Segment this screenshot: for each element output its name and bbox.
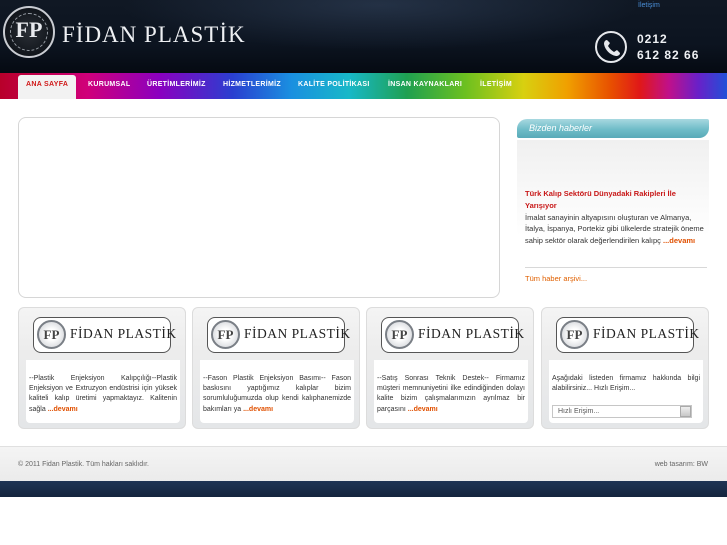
quick-access-select[interactable]: Hızlı Erişim... <box>552 405 692 418</box>
header: FP FİDAN PLASTİK İletişim 0212 612 82 66 <box>0 0 727 73</box>
box-logo: FP FİDAN PLASTİK <box>33 317 176 353</box>
search-arrow-icon[interactable] <box>680 406 691 417</box>
phone-area-code: 0212 <box>637 32 668 46</box>
logo-emblem-glyph: FP <box>15 17 43 42</box>
phone-icon <box>595 31 627 63</box>
footer: © 2011 Fidan Plastik. Tüm hakları saklıd… <box>0 446 727 481</box>
banner-frame <box>18 117 500 298</box>
box-text: --Plastik Enjeksiyon Kalıpçılığı--Plasti… <box>29 375 177 413</box>
box-more-link[interactable]: ...devamı <box>408 406 438 413</box>
box-logo: FP FİDAN PLASTİK <box>207 317 350 353</box>
nav-item-home[interactable]: ANA SAYFA <box>18 75 77 99</box>
box-logo: FP FİDAN PLASTİK <box>556 317 699 353</box>
box-text: --Fason Plastik Enjeksiyon Basımı-- Faso… <box>203 375 351 413</box>
nav-item-corporate[interactable]: KURUMSAL <box>88 81 130 88</box>
news-header: Bizden haberler <box>517 119 709 138</box>
designer-credit-link[interactable]: web tasarım: BW <box>655 461 708 468</box>
service-box-molds: FP FİDAN PLASTİK --Plastik Enjeksiyon Ka… <box>18 307 186 429</box>
logo-emblem-icon: FP <box>211 320 240 349</box>
phone-number: 612 82 66 <box>637 48 700 62</box>
box-logo: FP FİDAN PLASTİK <box>381 317 524 353</box>
logo-emblem-icon: FP <box>37 320 66 349</box>
footer-bar <box>0 481 727 497</box>
main-nav: ANA SAYFA KURUMSAL ÜRETİMLERİMİZ HİZMETL… <box>0 73 727 99</box>
copyright-text: © 2011 Fidan Plastik. Tüm hakları saklıd… <box>18 461 149 468</box>
nav-item-human-resources[interactable]: İNSAN KAYNAKLARI <box>388 81 462 88</box>
service-box-injection: FP FİDAN PLASTİK --Fason Plastik Enjeksi… <box>192 307 360 429</box>
brand-name[interactable]: FİDAN PLASTİK <box>62 22 246 48</box>
box-more-link[interactable]: ...devamı <box>48 406 78 413</box>
nav-item-services[interactable]: HİZMETLERİMİZ <box>223 81 281 88</box>
nav-item-products[interactable]: ÜRETİMLERİMİZ <box>147 81 206 88</box>
box-logo-name: FİDAN PLASTİK <box>70 326 177 341</box>
news-archive-link[interactable]: Tüm haber arşivi... <box>525 274 587 283</box>
news-header-label: Bizden haberler <box>529 123 593 133</box>
divider <box>525 267 707 268</box>
logo-emblem-icon: FP <box>385 320 414 349</box>
news-title[interactable]: Türk Kalıp Sektörü Dünyadaki Rakipleri İ… <box>525 188 701 212</box>
logo-emblem-icon: FP <box>560 320 589 349</box>
nav-item-quality-policy[interactable]: KALİTE POLİTİKASI <box>298 81 370 88</box>
news-more-link[interactable]: ...devamı <box>663 236 695 245</box>
quick-access-box: FP FİDAN PLASTİK Aşağıdaki listeden firm… <box>541 307 709 429</box>
box-logo-name: FİDAN PLASTİK <box>244 326 351 341</box>
box-logo-name: FİDAN PLASTİK <box>593 326 700 341</box>
box-text: --Satış Sonrası Teknik Destek-- Firmamız… <box>377 375 525 413</box>
page: FP FİDAN PLASTİK İletişim 0212 612 82 66… <box>0 0 727 545</box>
box-logo-name: FİDAN PLASTİK <box>418 326 525 341</box>
contact-top-link[interactable]: İletişim <box>638 2 660 9</box>
service-box-support: FP FİDAN PLASTİK --Satış Sonrası Teknik … <box>366 307 534 429</box>
nav-item-contact[interactable]: İLETİŞİM <box>480 81 512 88</box>
box-text: Aşağıdaki listeden firmamız hakkında bil… <box>552 375 700 393</box>
news-body: İmalat sanayinin altyapısını oluşturan v… <box>525 212 705 246</box>
logo-emblem-icon[interactable]: FP <box>3 6 55 58</box>
box-more-link[interactable]: ...devamı <box>243 406 273 413</box>
